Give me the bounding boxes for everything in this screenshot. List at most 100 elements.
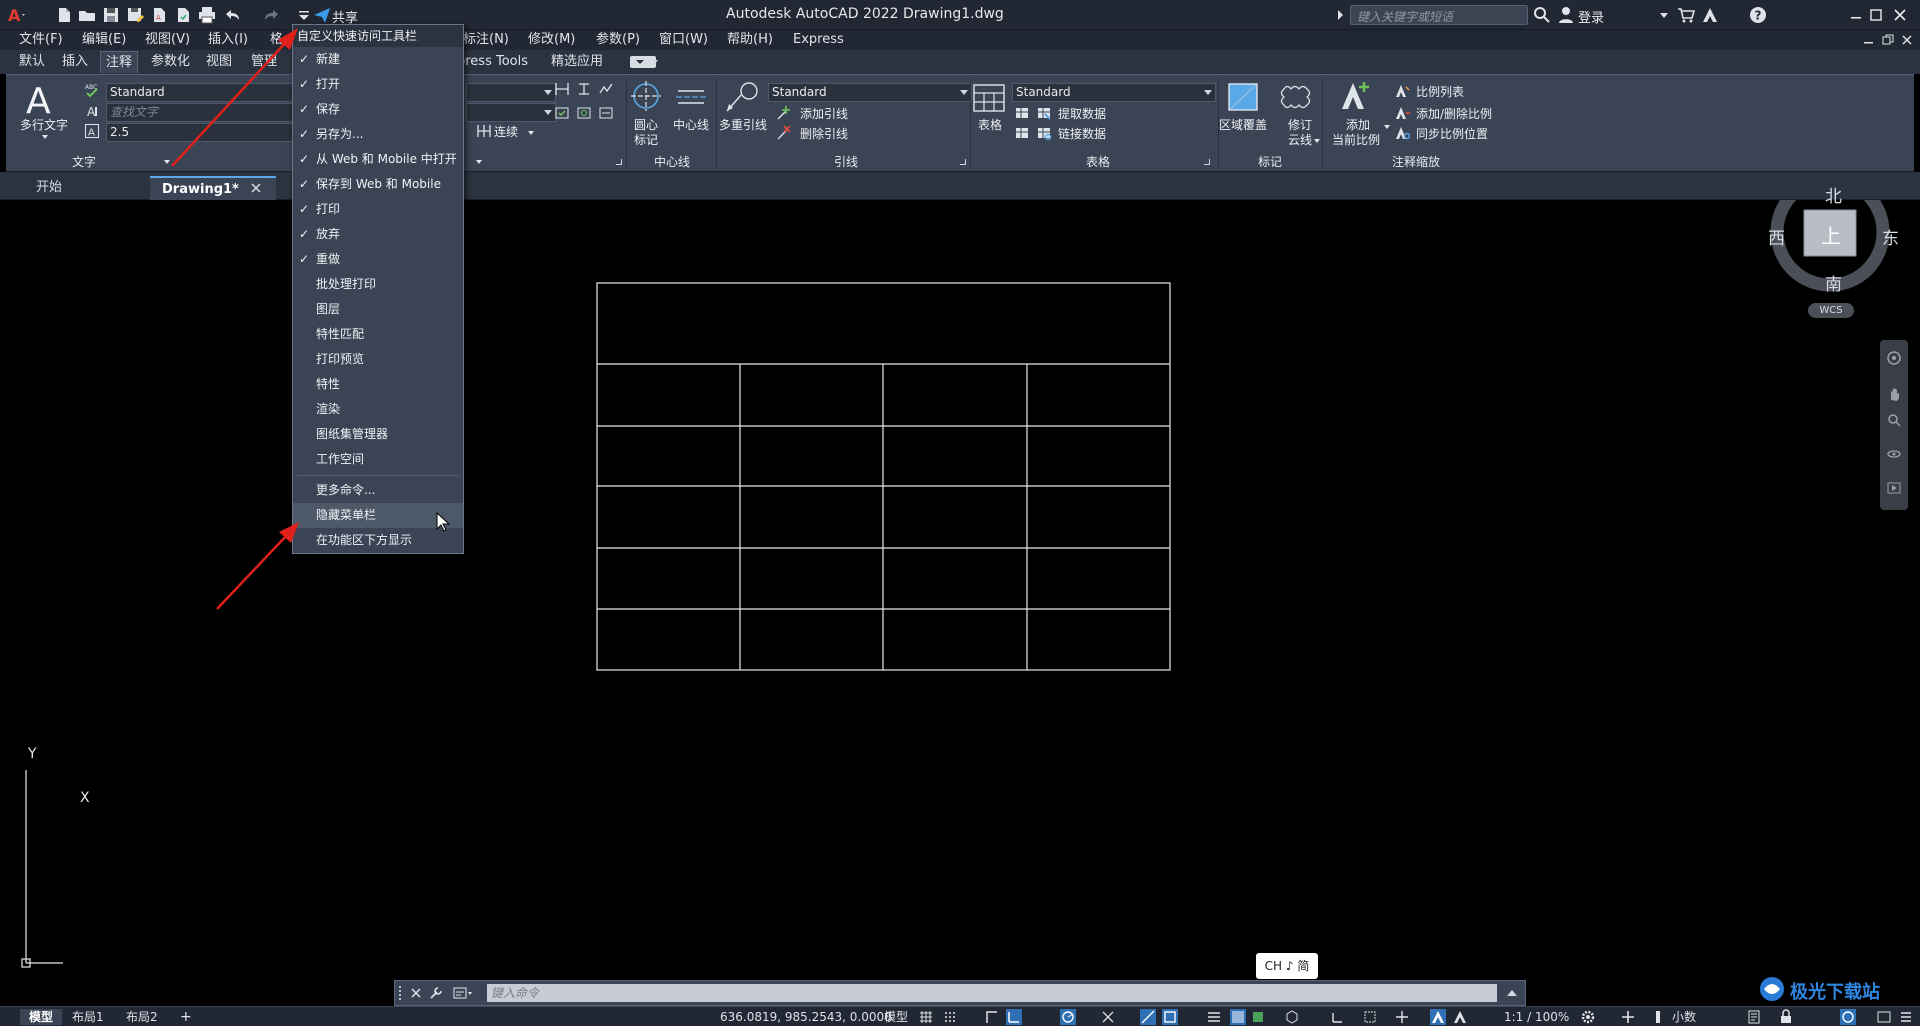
tab-model[interactable]: 模型 xyxy=(20,1009,62,1025)
user-icon[interactable] xyxy=(1556,5,1576,25)
workspace-gear-icon[interactable] xyxy=(1580,1009,1596,1025)
annotation-visibility-icon[interactable] xyxy=(1430,1009,1446,1025)
open-folder-icon[interactable] xyxy=(77,5,97,25)
lineweight-icon[interactable] xyxy=(1206,1009,1222,1025)
table-icon[interactable] xyxy=(972,83,1006,113)
undo-icon[interactable] xyxy=(222,5,242,25)
dim-tool-1-icon[interactable] xyxy=(554,81,570,97)
menu-item-more-commands[interactable]: 更多命令... xyxy=(293,478,463,503)
pan-icon[interactable] xyxy=(1886,386,1902,402)
recent-commands-icon[interactable] xyxy=(453,986,473,1000)
tab-default[interactable]: 默认 xyxy=(14,51,50,73)
transparency-icon[interactable] xyxy=(1230,1009,1246,1025)
customization-menu-icon[interactable] xyxy=(1898,1009,1914,1025)
sync-scale-label[interactable]: 同步比例位置 xyxy=(1416,127,1488,141)
menu-dimension[interactable]: 标注(N) xyxy=(463,30,509,50)
table-panel-title[interactable]: 表格 xyxy=(972,154,1224,171)
menu-item-batch-plot[interactable]: 批处理打印 xyxy=(293,272,463,297)
dim-panel-launcher-icon[interactable] xyxy=(616,159,622,165)
coordinates-display[interactable]: 636.0819, 985.2543, 0.0000 xyxy=(720,1009,892,1025)
command-customize-icon[interactable] xyxy=(429,986,443,1000)
selection-cycling-icon[interactable] xyxy=(1250,1009,1266,1025)
add-leader-icon[interactable] xyxy=(776,105,792,121)
selection-filter-icon[interactable] xyxy=(1362,1009,1378,1025)
remove-leader-icon[interactable] xyxy=(776,125,792,141)
close-icon[interactable] xyxy=(1890,5,1910,25)
menu-view[interactable]: 视图(V) xyxy=(145,30,190,50)
viewcube-top-label[interactable]: 上 xyxy=(1821,220,1841,249)
command-close-icon[interactable] xyxy=(409,986,423,1000)
close-drawing-tab-icon[interactable] xyxy=(250,182,262,194)
doc-minimize-icon[interactable] xyxy=(1862,33,1876,47)
doc-close-icon[interactable] xyxy=(1900,33,1914,47)
isodraft-icon[interactable] xyxy=(1100,1009,1116,1025)
grid-icon[interactable] xyxy=(918,1009,934,1025)
gizmo-icon[interactable] xyxy=(1394,1009,1410,1025)
table-style-select[interactable]: Standard xyxy=(1012,83,1216,102)
extract-data-icon[interactable] xyxy=(1036,105,1052,121)
model-space-toggle[interactable]: 模型 xyxy=(884,1009,908,1025)
3d-object-snap-icon[interactable] xyxy=(1284,1009,1300,1025)
dynamic-ucs-icon[interactable] xyxy=(1330,1009,1346,1025)
centerline-label[interactable]: 中心线 xyxy=(673,118,709,132)
menu-item-print[interactable]: ✓ 打印 xyxy=(293,197,463,222)
menu-item-save-as[interactable]: ✓ 另存为... xyxy=(293,122,463,147)
clean-screen-icon[interactable] xyxy=(1876,1009,1892,1025)
dim-layer-select[interactable] xyxy=(466,103,556,122)
steering-wheel-icon[interactable] xyxy=(1886,350,1902,366)
multiline-text-icon[interactable]: A xyxy=(18,81,58,117)
text-panel-expand-icon[interactable] xyxy=(164,160,170,164)
tab-manage[interactable]: 管理 xyxy=(246,51,282,73)
object-snap-icon[interactable] xyxy=(1162,1009,1178,1025)
ortho-icon[interactable] xyxy=(1006,1009,1022,1025)
wipeout-icon[interactable] xyxy=(1226,81,1260,113)
tab-annotate[interactable]: 注释 xyxy=(100,51,139,73)
command-input[interactable]: 键入命令 xyxy=(487,984,1497,1002)
revcloud-label-2[interactable]: 云线 xyxy=(1288,133,1312,147)
doc-restore-icon[interactable] xyxy=(1881,33,1895,47)
table-tool-1-icon[interactable] xyxy=(1014,105,1030,121)
center-mark-icon[interactable] xyxy=(629,79,663,113)
menu-insert[interactable]: 插入(I) xyxy=(208,30,248,50)
continue-dropdown-icon[interactable] xyxy=(528,131,534,135)
check-spelling-icon[interactable]: ABC xyxy=(84,83,100,99)
cart-icon[interactable] xyxy=(1676,5,1696,25)
menu-item-plot-preview[interactable]: 打印预览 xyxy=(293,347,463,372)
current-scale-label[interactable]: 当前比例 xyxy=(1332,133,1380,147)
save-as-icon[interactable] xyxy=(125,5,145,25)
wipeout-label[interactable]: 区域覆盖 xyxy=(1219,118,1267,132)
share-icon[interactable] xyxy=(312,5,332,25)
save-web-icon[interactable] xyxy=(173,5,193,25)
quick-properties-icon[interactable] xyxy=(1746,1009,1762,1025)
print-icon[interactable] xyxy=(197,5,217,25)
annotation-scale[interactable]: 1:1 / 100% xyxy=(1504,1009,1569,1025)
dim-tool-5-icon[interactable] xyxy=(576,105,592,121)
search-input[interactable]: 键入关键字或短语 xyxy=(1350,5,1528,25)
command-line-grip[interactable] xyxy=(399,986,407,1000)
viewcube-north-label[interactable]: 北 xyxy=(1825,182,1842,207)
add-scale-label[interactable]: 添加 xyxy=(1346,118,1370,132)
add-leader-label[interactable]: 添加引线 xyxy=(800,107,848,121)
revcloud-icon[interactable] xyxy=(1278,81,1314,113)
mtext-dropdown-icon[interactable] xyxy=(42,135,48,139)
menu-item-new[interactable]: ✓ 新建 xyxy=(293,47,463,72)
menu-item-sheet-set-manager[interactable]: 图纸集管理器 xyxy=(293,422,463,447)
wcs-menu[interactable]: WCS xyxy=(1808,303,1854,318)
table-label[interactable]: 表格 xyxy=(978,118,1002,132)
lock-ui-icon[interactable] xyxy=(1778,1009,1794,1025)
menu-item-open[interactable]: ✓ 打开 xyxy=(293,72,463,97)
text-style-select[interactable]: Standard xyxy=(106,83,296,102)
redo-icon[interactable] xyxy=(262,5,282,25)
menu-item-render[interactable]: 渲染 xyxy=(293,397,463,422)
tab-start[interactable]: 开始 xyxy=(24,176,156,200)
search-icon[interactable] xyxy=(1532,5,1552,25)
multileader-style-select[interactable]: Standard xyxy=(768,83,972,102)
qat-customize-dropdown-icon[interactable] xyxy=(294,5,314,25)
orbit-icon[interactable] xyxy=(1886,446,1902,462)
open-web-icon[interactable]: A xyxy=(149,5,169,25)
centerline-icon[interactable] xyxy=(675,81,707,113)
menu-item-save-web-mobile[interactable]: ✓ 保存到 Web 和 Mobile xyxy=(293,172,463,197)
menu-item-workspace[interactable]: 工作空间 xyxy=(293,447,463,472)
ribbon-state-dropdown-icon[interactable] xyxy=(652,60,658,64)
continue-label[interactable]: 连续 xyxy=(494,125,518,139)
